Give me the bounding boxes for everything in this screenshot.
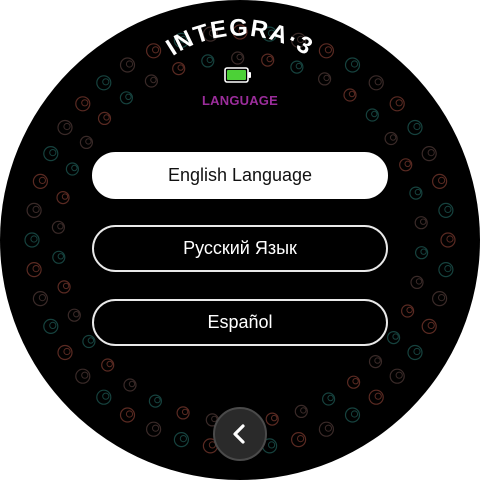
back-button[interactable] xyxy=(213,407,267,461)
language-option-label: Русский Язык xyxy=(183,238,297,258)
brand-text: INTEGRA·3 xyxy=(161,15,316,62)
language-option-label: English Language xyxy=(167,165,313,185)
svg-text:INTEGRA·3: INTEGRA·3 xyxy=(161,15,318,62)
battery-icon xyxy=(224,67,251,83)
screen-title: LANGUAGE xyxy=(202,93,278,108)
language-option-label: Español xyxy=(207,312,273,332)
language-option-english[interactable]: English Language xyxy=(92,152,388,199)
watch-face: INTEGRA·3 LANGUAGE English Language Русс… xyxy=(0,0,480,480)
language-option-russian[interactable]: Русский Язык xyxy=(92,225,388,272)
chevron-left-icon xyxy=(233,424,245,444)
language-option-spanish[interactable]: Español xyxy=(92,299,388,346)
